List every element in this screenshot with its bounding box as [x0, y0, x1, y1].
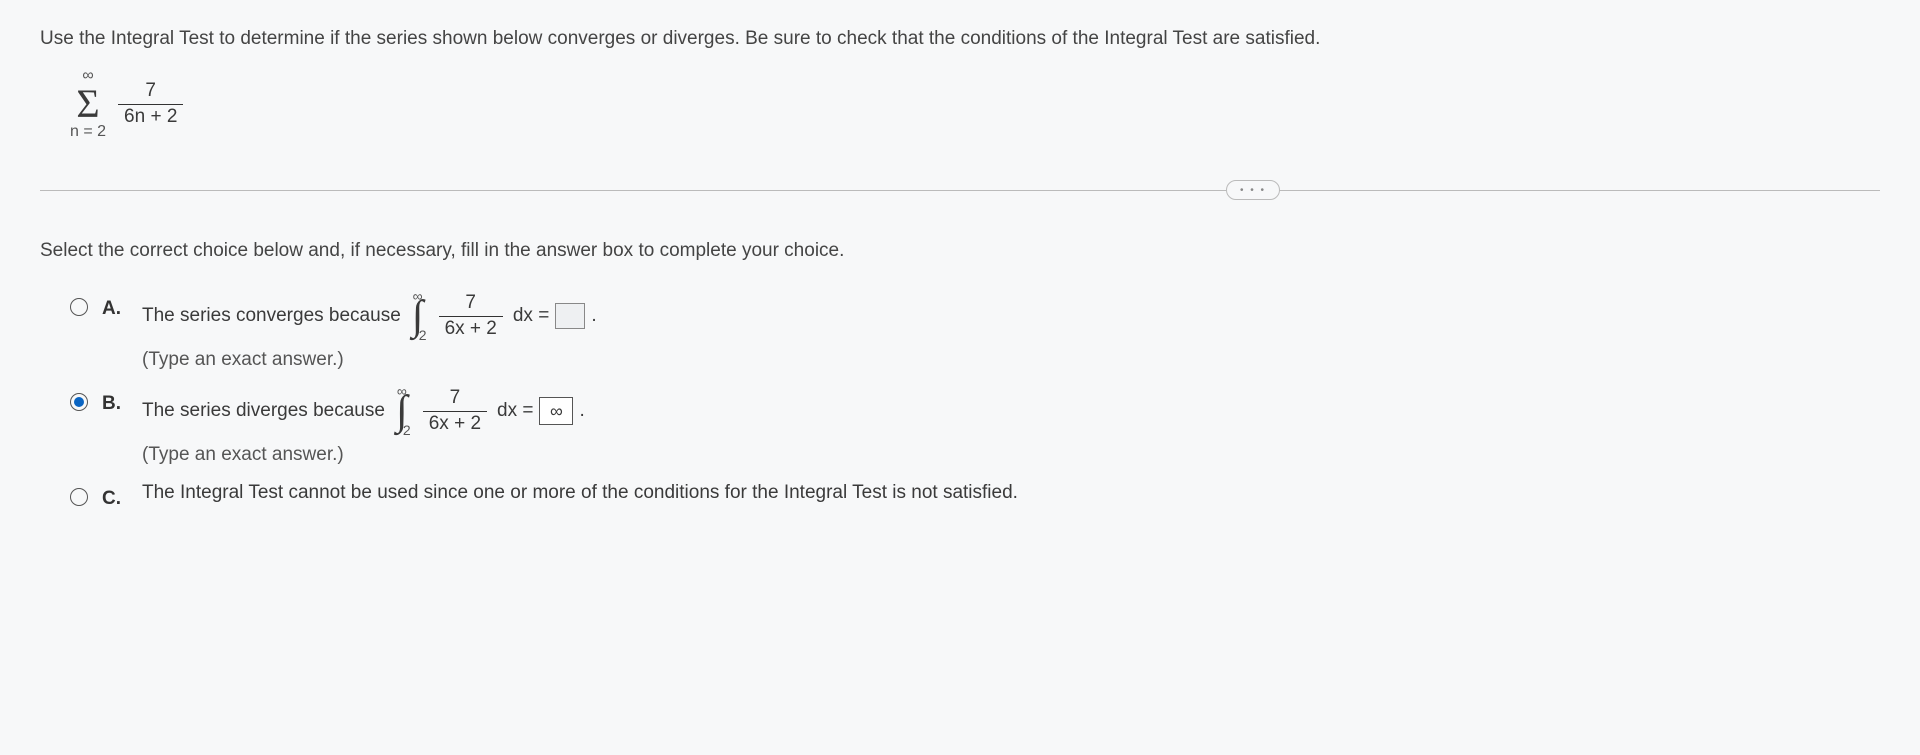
sigma-symbol: Σ [76, 84, 99, 124]
series-fraction: 7 6n + 2 [118, 81, 183, 128]
integrand-B: 7 6x + 2 [423, 388, 487, 435]
choice-B-text: The series diverges because [142, 400, 385, 422]
integral-B: ∞ ∫ 2 [393, 387, 411, 436]
hint-B: (Type an exact answer.) [142, 444, 1880, 466]
answer-input-B[interactable]: ∞ [539, 397, 573, 425]
more-options-button[interactable]: • • • [1226, 180, 1280, 200]
choice-A: A. The series converges because ∞ ∫ 2 7 … [70, 292, 1880, 371]
period-A: . [591, 305, 596, 327]
dx-equals-A: dx = [513, 305, 549, 327]
choice-label-C: C. [102, 488, 128, 510]
choice-A-text: The series converges because [142, 305, 401, 327]
choice-label-B: B. [102, 393, 128, 415]
sigma-lower: n = 2 [70, 124, 106, 140]
radio-B[interactable] [70, 393, 88, 411]
integrand-A: 7 6x + 2 [439, 293, 503, 340]
instruction-text: Select the correct choice below and, if … [40, 240, 1880, 262]
choice-label-A: A. [102, 298, 128, 320]
choice-B: B. The series diverges because ∞ ∫ 2 7 6… [70, 387, 1880, 466]
section-divider: • • • [40, 180, 1880, 200]
period-B: . [579, 400, 584, 422]
radio-A[interactable] [70, 298, 88, 316]
dx-equals-B: dx = [497, 400, 533, 422]
integral-A: ∞ ∫ 2 [409, 292, 427, 341]
series-numerator: 7 [139, 81, 162, 104]
hint-A: (Type an exact answer.) [142, 349, 1880, 371]
question-text: Use the Integral Test to determine if th… [40, 28, 1880, 50]
choice-C: C. The Integral Test cannot be used sinc… [70, 482, 1880, 510]
answer-input-A[interactable] [555, 303, 585, 329]
radio-C[interactable] [70, 488, 88, 506]
series-denominator: 6n + 2 [118, 104, 183, 128]
choice-C-text: The Integral Test cannot be used since o… [142, 482, 1018, 504]
series-expression: ∞ Σ n = 2 7 6n + 2 [70, 68, 1880, 140]
